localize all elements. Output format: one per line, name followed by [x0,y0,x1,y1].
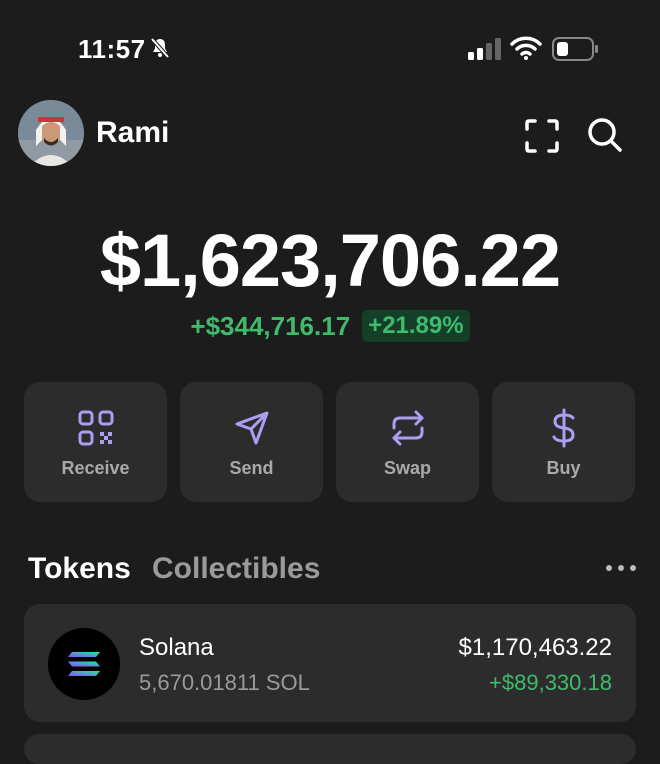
token-row-solana[interactable]: Solana 5,670.01811 SOL $1,170,463.22 +$8… [24,604,636,722]
status-time: 11:57 [78,34,146,64]
qr-code-icon [76,408,116,448]
dollar-icon [544,408,584,448]
status-bar: 11:57 [0,0,660,100]
more-options-icon[interactable] [604,558,638,578]
username[interactable]: Rami [96,116,169,150]
send-button[interactable]: Send [180,382,323,502]
token-change: +$89,330.18 [489,670,612,695]
change-amount: +$344,716.17 [190,310,351,341]
search-icon[interactable] [586,116,624,154]
balance-change: +$344,716.17 +21.89% [0,310,660,342]
token-amount: 5,670.01811 SOL [139,670,310,695]
buy-button[interactable]: Buy [492,382,635,502]
wifi-icon [510,36,542,65]
header: Rami [0,98,660,170]
scan-icon[interactable] [524,118,560,154]
action-label: Buy [546,458,581,478]
battery-icon [552,37,600,66]
action-label: Send [229,458,274,478]
bell-slash-icon [148,36,172,65]
cellular-signal-icon [468,38,502,65]
send-icon [232,408,272,448]
action-label: Receive [61,458,130,478]
avatar[interactable] [18,100,84,166]
token-row-next[interactable] [24,734,636,764]
swap-button[interactable]: Swap [336,382,479,502]
action-label: Swap [383,458,431,478]
solana-logo-icon [48,628,120,700]
tab-tokens[interactable]: Tokens [28,552,131,586]
action-buttons: Receive Send Swap Buy [24,382,636,502]
change-percent-badge: +21.89% [362,310,470,342]
swap-icon [388,408,428,448]
receive-button[interactable]: Receive [24,382,167,502]
total-balance: $1,623,706.22 [99,219,561,302]
token-name: Solana [139,634,214,661]
tab-collectibles[interactable]: Collectibles [152,552,320,586]
asset-tabs: Tokens Collectibles [28,552,638,592]
token-value: $1,170,463.22 [458,634,612,661]
